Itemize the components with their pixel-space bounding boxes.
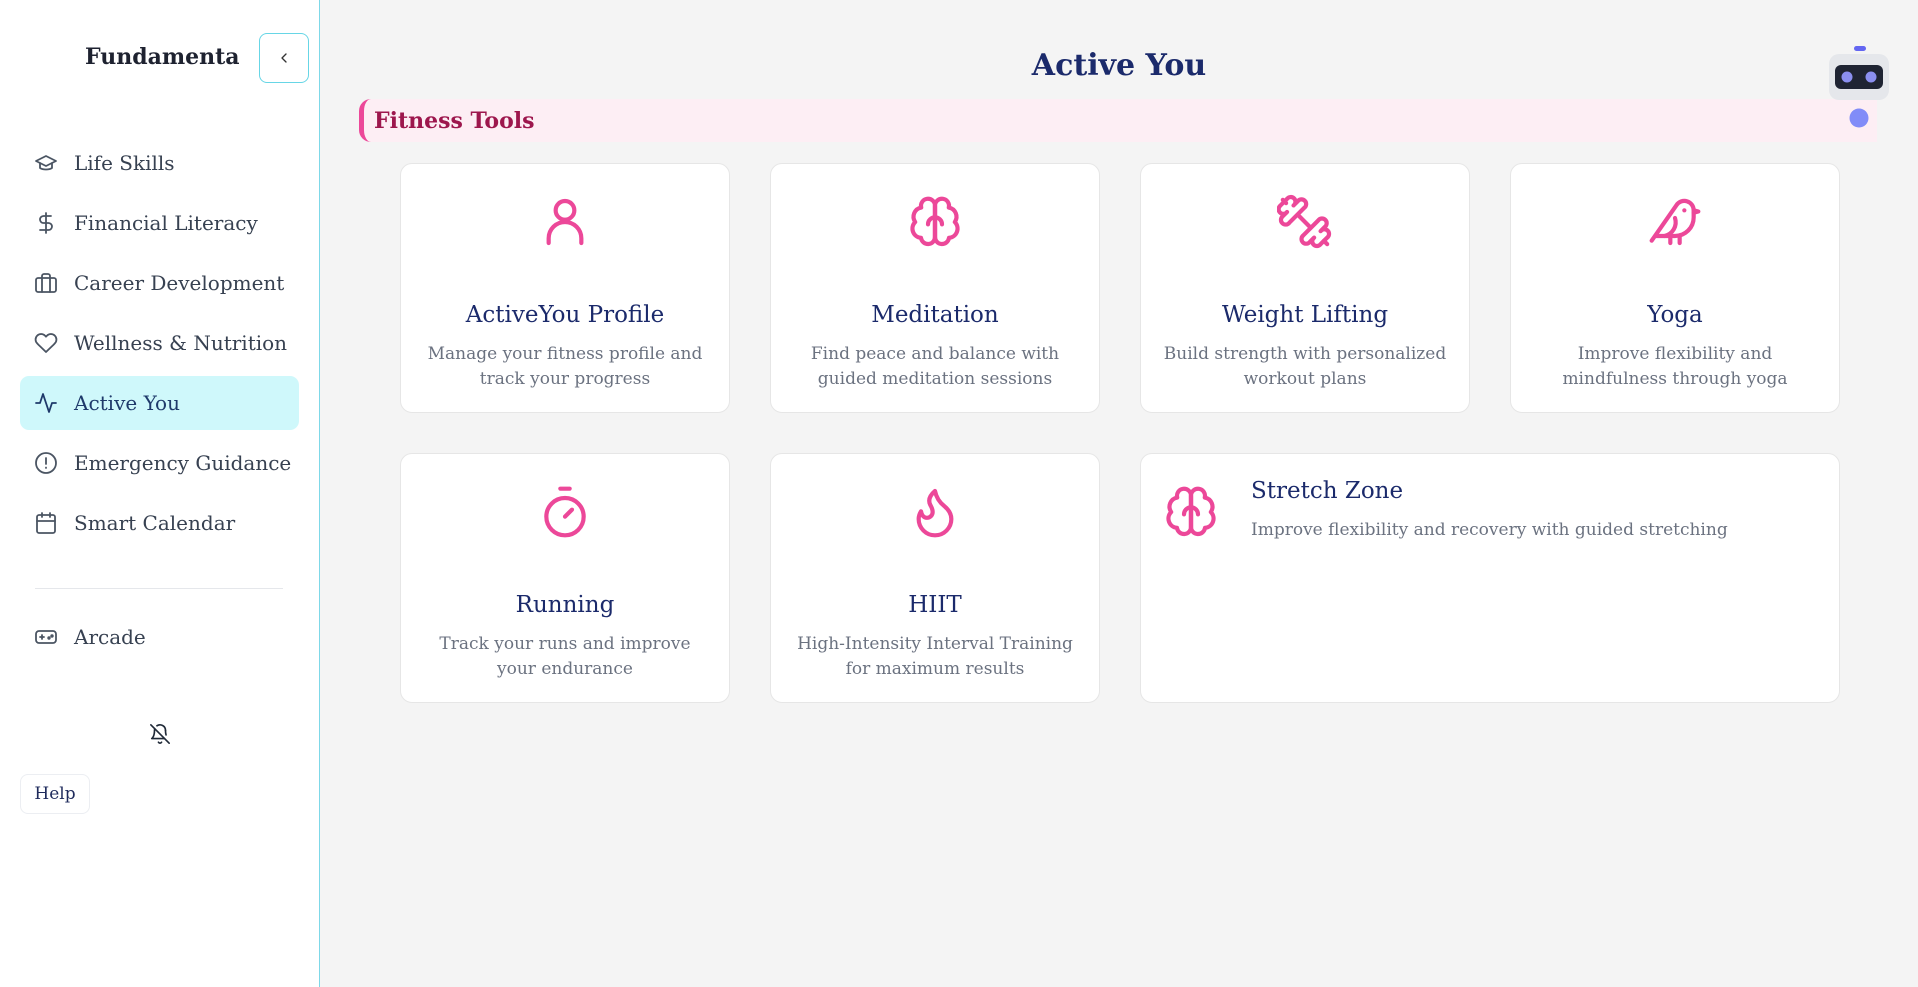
- sidebar-item-label: Life Skills: [74, 151, 175, 175]
- sidebar-arcade: Arcade: [20, 610, 299, 670]
- card-title: Yoga: [1647, 302, 1703, 328]
- help-button[interactable]: Help: [20, 774, 90, 814]
- card-weight-lifting[interactable]: Weight Lifting Build strength with perso…: [1140, 163, 1470, 413]
- sidebar-item-label: Smart Calendar: [74, 511, 236, 535]
- section-title: Fitness Tools: [374, 107, 535, 134]
- sidebar-item-arcade[interactable]: Arcade: [20, 610, 299, 664]
- page-title: Active You: [1031, 48, 1207, 83]
- sidebar-nav: Life Skills Financial Literacy Career De…: [20, 136, 299, 556]
- sidebar-item-label: Active You: [74, 391, 180, 415]
- sidebar-item-label: Career Development: [74, 271, 285, 295]
- briefcase-icon: [35, 273, 57, 293]
- timer-icon: [537, 484, 593, 540]
- calendar-icon: [36, 512, 56, 534]
- user-icon: [537, 194, 593, 250]
- sidebar-item-label: Financial Literacy: [74, 211, 258, 235]
- brain-icon: [907, 194, 963, 250]
- robot-icon: [1829, 46, 1889, 128]
- card-description: Manage your fitness profile and track yo…: [427, 344, 703, 389]
- dollar-icon: [39, 212, 53, 234]
- sidebar-item-label: Arcade: [74, 625, 146, 649]
- card-title: ActiveYou Profile: [465, 302, 665, 328]
- sidebar-item-life-skills[interactable]: Life Skills: [20, 136, 299, 190]
- card-description: Track your runs and improve your enduran…: [439, 634, 691, 679]
- graduation-cap-icon: [35, 155, 57, 171]
- sidebar-item-financial-literacy[interactable]: Financial Literacy: [20, 196, 299, 250]
- card-description: Improve flexibility and recovery with gu…: [1251, 520, 1728, 540]
- dumbbell-icon: [1276, 194, 1333, 250]
- assistant-robot-button[interactable]: [1829, 44, 1889, 132]
- brain-icon: [1163, 484, 1219, 540]
- card-description: High-Intensity Interval Training for max…: [797, 634, 1073, 679]
- card-title: Meditation: [871, 302, 999, 328]
- gamepad-icon: [35, 630, 57, 644]
- sidebar-item-label: Wellness & Nutrition: [74, 331, 288, 355]
- sidebar-item-label: Emergency Guidance: [74, 451, 292, 475]
- sidebar-item-smart-calendar[interactable]: Smart Calendar: [20, 496, 299, 550]
- sidebar-item-active-you[interactable]: Active You: [20, 376, 299, 430]
- card-description: Improve flexibility and mindfulness thro…: [1562, 344, 1788, 389]
- sidebar: Fundamenta Life Skills Financial Literac…: [0, 0, 320, 987]
- card-description: Build strength with personalized workout…: [1163, 344, 1447, 389]
- chevron-left-icon: [281, 53, 287, 63]
- bell-off-icon: [150, 724, 170, 744]
- section-header: Fitness Tools: [359, 99, 1877, 142]
- flame-icon: [907, 484, 963, 540]
- card-yoga[interactable]: Yoga Improve flexibility and mindfulness…: [1510, 163, 1840, 413]
- bird-icon: [1647, 194, 1703, 250]
- card-title: HIIT: [908, 592, 962, 618]
- collapse-sidebar-button[interactable]: [259, 33, 309, 83]
- card-meditation[interactable]: Meditation Find peace and balance with g…: [770, 163, 1100, 413]
- sidebar-divider: [35, 588, 283, 589]
- card-description: Find peace and balance with guided medit…: [810, 344, 1060, 389]
- brand-logo[interactable]: Fundamenta: [85, 44, 240, 70]
- card-hiit[interactable]: HIIT High-Intensity Interval Training fo…: [770, 453, 1100, 703]
- card-running[interactable]: Running Track your runs and improve your…: [400, 453, 730, 703]
- heart-icon: [34, 333, 58, 353]
- card-title: Stretch Zone: [1251, 478, 1404, 504]
- notifications-off-button[interactable]: [149, 723, 171, 745]
- card-title: Running: [515, 592, 615, 618]
- alert-circle-icon: [35, 452, 57, 474]
- sidebar-item-career-development[interactable]: Career Development: [20, 256, 299, 310]
- card-activeyou-profile[interactable]: ActiveYou Profile Manage your fitness pr…: [400, 163, 730, 413]
- card-title: Weight Lifting: [1221, 302, 1389, 328]
- sidebar-item-emergency-guidance[interactable]: Emergency Guidance: [20, 436, 299, 490]
- sidebar-item-wellness-nutrition[interactable]: Wellness & Nutrition: [20, 316, 299, 370]
- card-stretch-zone[interactable]: Stretch Zone Improve flexibility and rec…: [1140, 453, 1840, 703]
- activity-icon: [35, 393, 57, 413]
